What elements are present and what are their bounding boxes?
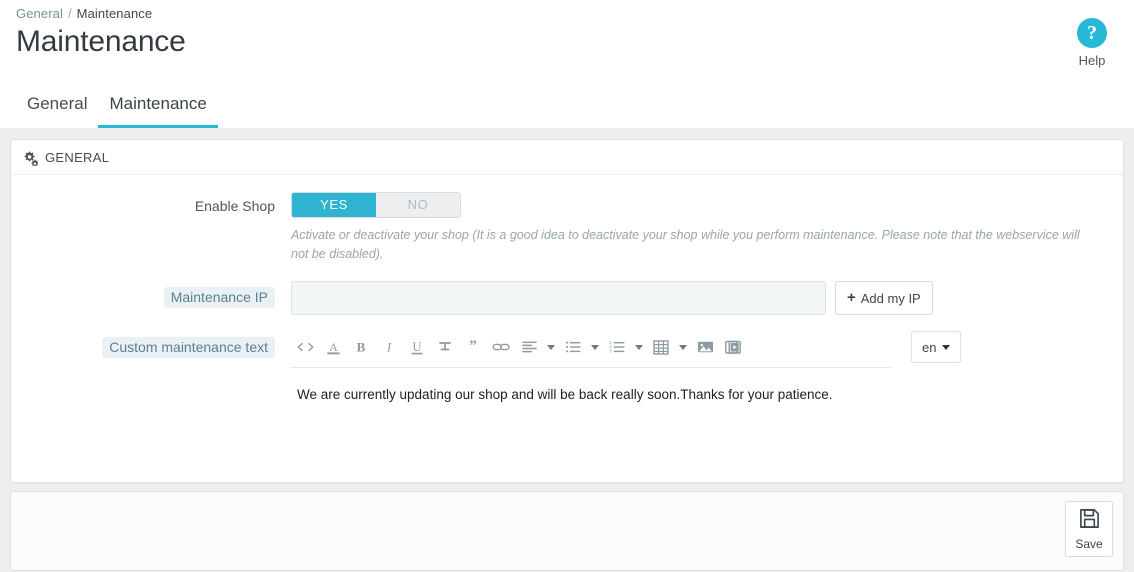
custom-text-field: A B I U ” 1 2 3 We are currently updatin…: [291, 331, 1123, 478]
language-selector[interactable]: en: [911, 331, 962, 363]
tab-general[interactable]: General: [16, 89, 98, 128]
ordered-list-icon[interactable]: 1 2 3: [603, 334, 631, 360]
text-color-icon[interactable]: A: [319, 334, 347, 360]
source-code-icon[interactable]: [291, 334, 319, 360]
table-dropdown-caret-icon[interactable]: [675, 334, 691, 360]
tab-maintenance[interactable]: Maintenance: [98, 89, 218, 128]
save-button[interactable]: Save: [1065, 501, 1113, 557]
panel-heading: GENERAL: [11, 140, 1123, 175]
svg-text:”: ”: [469, 339, 477, 354]
image-icon[interactable]: [691, 334, 719, 360]
svg-text:3: 3: [609, 349, 612, 354]
video-icon[interactable]: [719, 334, 747, 360]
rich-text-editor: A B I U ” 1 2 3 We are currently updatin…: [291, 331, 891, 478]
add-my-ip-label: Add my IP: [860, 290, 921, 306]
table-icon[interactable]: [647, 334, 675, 360]
svg-text:A: A: [329, 339, 338, 353]
content-area: GENERAL Enable Shop YES NO Activate or d…: [0, 128, 1134, 572]
align-dropdown-caret-icon[interactable]: [543, 334, 559, 360]
enable-shop-hint: Activate or deactivate your shop (It is …: [291, 228, 1080, 261]
custom-text-label-chip: Custom maintenance text: [102, 337, 275, 358]
underline-icon[interactable]: U: [403, 334, 431, 360]
enable-shop-toggle[interactable]: YES NO: [291, 192, 461, 218]
language-selector-label: en: [922, 339, 937, 355]
maintenance-ip-label-chip: Maintenance IP: [163, 287, 275, 308]
svg-text:U: U: [412, 340, 421, 354]
panel-body: Enable Shop YES NO Activate or deactivat…: [11, 175, 1123, 478]
italic-icon[interactable]: I: [375, 334, 403, 360]
editor-toolbar: A B I U ” 1 2 3: [291, 331, 891, 368]
page-header: General / Maintenance Maintenance ? Help G…: [0, 0, 1134, 128]
add-my-ip-button[interactable]: + Add my IP: [835, 281, 933, 315]
custom-text-label: Custom maintenance text: [11, 331, 291, 358]
panel-heading-label: GENERAL: [45, 150, 110, 165]
question-circle-icon[interactable]: ?: [1077, 18, 1107, 48]
breadcrumb-separator: /: [67, 6, 72, 21]
help-button[interactable]: ? Help: [1064, 18, 1120, 68]
breadcrumb-current: Maintenance: [76, 6, 153, 21]
unordered-list-icon[interactable]: [559, 334, 587, 360]
general-panel: GENERAL Enable Shop YES NO Activate or d…: [10, 139, 1124, 483]
help-label: Help: [1078, 53, 1106, 68]
align-left-icon[interactable]: [515, 334, 543, 360]
form-row-enable-shop: Enable Shop YES NO Activate or deactivat…: [11, 192, 1123, 264]
page-title: Maintenance: [16, 25, 186, 58]
svg-text:I: I: [386, 340, 392, 355]
form-row-maintenance-ip: Maintenance IP + Add my IP: [11, 281, 1123, 315]
enable-shop-no[interactable]: NO: [376, 193, 460, 217]
maintenance-ip-field: + Add my IP: [291, 281, 1123, 315]
chevron-down-icon: [942, 344, 951, 350]
unordered-list-dropdown-caret-icon[interactable]: [587, 334, 603, 360]
form-row-custom-text: Custom maintenance text A B I U ” 1 2 3 …: [11, 331, 1123, 478]
maintenance-ip-label: Maintenance IP: [11, 281, 291, 308]
ordered-list-dropdown-caret-icon[interactable]: [631, 334, 647, 360]
enable-shop-label: Enable Shop: [194, 198, 275, 214]
floppy-disk-icon: [1078, 507, 1101, 535]
bold-icon[interactable]: B: [347, 334, 375, 360]
enable-shop-yes[interactable]: YES: [292, 193, 376, 217]
maintenance-ip-input[interactable]: [291, 281, 826, 315]
blockquote-icon[interactable]: ”: [459, 334, 487, 360]
breadcrumb-parent[interactable]: General: [16, 6, 63, 21]
plus-icon: +: [847, 288, 856, 306]
panel-footer: Save: [10, 491, 1124, 571]
svg-text:B: B: [357, 340, 366, 355]
save-button-label: Save: [1075, 537, 1103, 551]
enable-shop-field: YES NO Activate or deactivate your shop …: [291, 192, 1123, 264]
strikethrough-icon[interactable]: [431, 334, 459, 360]
editor-content[interactable]: We are currently updating our shop and w…: [291, 368, 891, 478]
link-icon[interactable]: [487, 334, 515, 360]
breadcrumb: General / Maintenance: [0, 0, 1134, 21]
tab-bar: General Maintenance: [16, 89, 218, 128]
cogs-icon: [23, 151, 39, 167]
